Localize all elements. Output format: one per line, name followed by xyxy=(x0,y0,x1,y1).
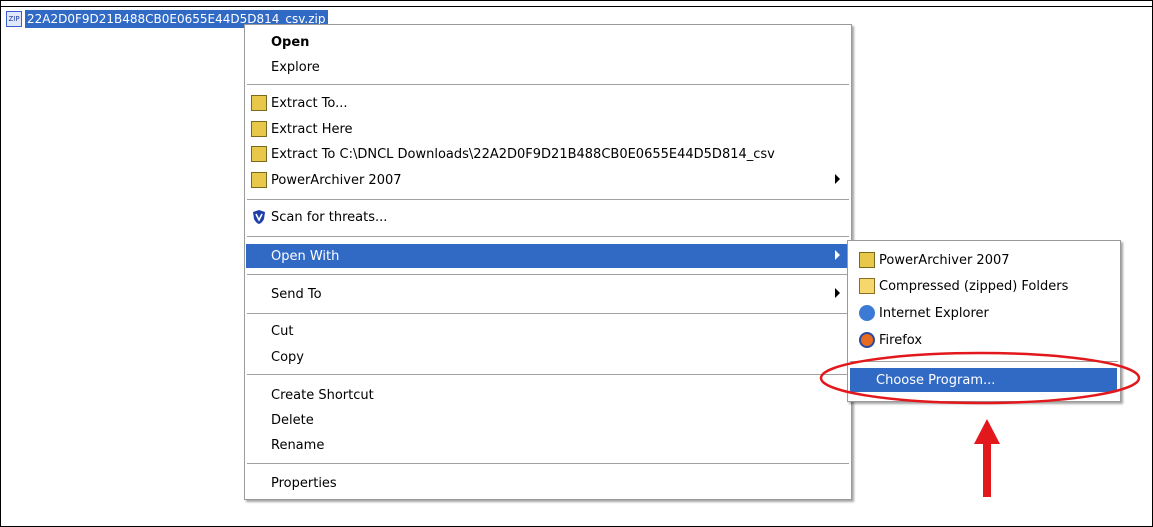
menu-item-create-shortcut[interactable]: Create Shortcut xyxy=(246,383,850,407)
menu-item-label: Create Shortcut xyxy=(271,387,374,403)
submenu-item-compressed-folders[interactable]: Compressed (zipped) Folders xyxy=(849,274,1119,298)
menu-item-label: PowerArchiver 2007 xyxy=(271,172,402,188)
context-menu: Open Explore Extract To... Extract Here … xyxy=(244,24,852,500)
menu-item-label: Open xyxy=(271,34,310,50)
menu-separator xyxy=(247,374,849,375)
menu-item-label: Cut xyxy=(271,323,294,339)
menu-item-extract-to[interactable]: Extract To... xyxy=(246,91,850,115)
menu-separator xyxy=(247,463,849,464)
menu-item-label: Send To xyxy=(271,286,322,302)
archive-icon xyxy=(251,95,267,111)
menu-separator xyxy=(247,84,849,85)
menu-item-send-to[interactable]: Send To xyxy=(246,282,850,306)
submenu-item-powerarchiver[interactable]: PowerArchiver 2007 xyxy=(849,248,1119,272)
menu-separator xyxy=(247,274,849,275)
menu-item-label: Delete xyxy=(271,412,314,428)
menu-item-label: Extract Here xyxy=(271,121,353,137)
menu-item-cut[interactable]: Cut xyxy=(246,319,850,343)
submenu-arrow-icon xyxy=(835,174,840,184)
annotation-arrow xyxy=(974,419,1000,497)
menu-separator xyxy=(247,236,849,237)
submenu-arrow-icon xyxy=(835,250,840,260)
archive-icon xyxy=(251,121,267,137)
menu-item-extract-here[interactable]: Extract Here xyxy=(246,117,850,141)
menu-item-label: Properties xyxy=(271,475,337,491)
submenu-item-label: Firefox xyxy=(879,332,923,348)
submenu-item-label: Compressed (zipped) Folders xyxy=(879,278,1069,294)
menu-item-properties[interactable]: Properties xyxy=(246,471,850,495)
menu-item-open-with[interactable]: Open With xyxy=(246,244,850,268)
menu-item-powerarchiver[interactable]: PowerArchiver 2007 xyxy=(246,168,850,192)
menu-item-scan[interactable]: Scan for threats... xyxy=(246,205,850,229)
menu-item-label: Copy xyxy=(271,349,304,365)
archive-icon xyxy=(251,172,267,188)
menu-separator xyxy=(247,313,849,314)
archive-icon xyxy=(859,252,875,268)
submenu-item-internet-explorer[interactable]: Internet Explorer xyxy=(849,301,1119,325)
menu-item-open[interactable]: Open xyxy=(246,30,850,54)
firefox-icon xyxy=(859,332,875,348)
archive-icon xyxy=(251,146,267,162)
submenu-item-label: Internet Explorer xyxy=(879,305,989,321)
menu-item-label: Open With xyxy=(271,248,340,264)
zip-folder-icon xyxy=(859,278,875,294)
menu-separator xyxy=(247,199,849,200)
shield-icon xyxy=(253,210,265,224)
menu-item-label: Rename xyxy=(271,437,325,453)
internet-explorer-icon xyxy=(859,305,875,321)
annotation-ellipse xyxy=(819,351,1141,405)
submenu-arrow-icon xyxy=(835,288,840,298)
menu-item-explore[interactable]: Explore xyxy=(246,55,850,79)
menu-item-extract-to-path[interactable]: Extract To C:\DNCL Downloads\22A2D0F9D21… xyxy=(246,142,850,166)
menu-item-label: Extract To C:\DNCL Downloads\22A2D0F9D21… xyxy=(271,146,775,162)
zip-file-icon: ZIP xyxy=(6,11,22,27)
menu-item-label: Scan for threats... xyxy=(271,209,388,225)
menu-item-label: Explore xyxy=(271,59,320,75)
menu-item-delete[interactable]: Delete xyxy=(246,408,850,432)
submenu-item-label: PowerArchiver 2007 xyxy=(879,252,1010,268)
window-edge-line xyxy=(0,6,1153,7)
menu-item-label: Extract To... xyxy=(271,95,348,111)
menu-item-rename[interactable]: Rename xyxy=(246,433,850,457)
menu-item-copy[interactable]: Copy xyxy=(246,345,850,369)
submenu-item-firefox[interactable]: Firefox xyxy=(849,328,1119,352)
